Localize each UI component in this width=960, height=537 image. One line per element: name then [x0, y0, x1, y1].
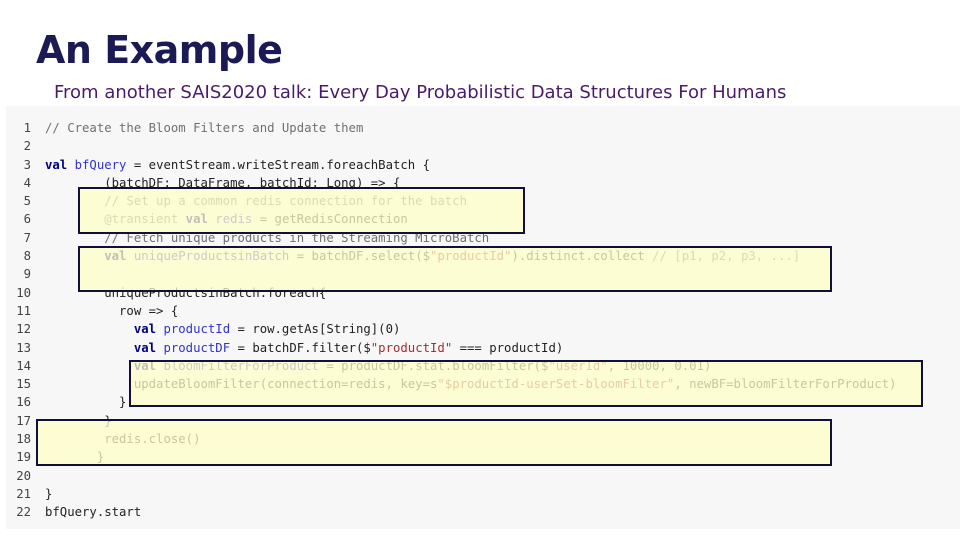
- line-number: 21: [16, 486, 31, 501]
- code-token: = eventStream.writeStream.foreachBatch {: [126, 157, 430, 172]
- line-number: 17: [16, 413, 31, 428]
- highlight-box-bloom-filter: [129, 360, 923, 407]
- line-number: 8: [23, 249, 31, 264]
- code-line: 21}: [6, 485, 960, 503]
- line-number: 1: [23, 121, 31, 135]
- code-token: val: [133, 340, 164, 355]
- line-number: 15: [16, 377, 31, 392]
- line-number: 7: [23, 230, 31, 245]
- line-number: 13: [16, 340, 31, 355]
- code-token: }: [45, 486, 53, 501]
- code-line: 3 val bfQuery = eventStream.writeStream.f…: [6, 156, 960, 174]
- line-number: 4: [23, 175, 31, 190]
- code-token: // Create the Bloom Filters and Update t…: [45, 121, 364, 135]
- code-token: productDF: [163, 340, 231, 355]
- line-number: 16: [16, 395, 31, 410]
- line-number: 9: [23, 267, 31, 282]
- line-number: 22: [16, 505, 31, 520]
- line-number: 3: [23, 157, 31, 172]
- highlight-box-redis-close: [36, 419, 832, 466]
- code-line: 12 val productId = row.getAs[String](0): [6, 320, 960, 338]
- code-token: "productId": [370, 340, 453, 355]
- code-token: productId: [163, 322, 231, 337]
- code-line: 1 // Create the Bloom Filters and Update …: [6, 119, 960, 137]
- line-number: 10: [16, 285, 31, 300]
- line-number: 20: [16, 468, 31, 483]
- code-token: = batchDF.filter($: [230, 340, 371, 355]
- line-number: 6: [23, 212, 31, 227]
- code-token: row => {: [45, 303, 179, 318]
- highlight-box-unique-products: [78, 246, 832, 292]
- line-number: 11: [16, 303, 31, 318]
- code-token: val: [45, 157, 75, 172]
- code-line: 11 row => {: [6, 302, 960, 320]
- line-number: 2: [23, 139, 31, 154]
- code-token: bfQuery.start: [45, 505, 142, 520]
- line-number: 18: [16, 432, 31, 447]
- line-number: 5: [23, 194, 31, 209]
- slide-title: An Example: [36, 28, 283, 72]
- code-panel: 1 // Create the Bloom Filters and Update …: [6, 106, 960, 529]
- code-line: 22 bfQuery.start: [6, 503, 960, 521]
- code-token: === productId): [452, 340, 564, 355]
- line-number: 19: [16, 450, 31, 465]
- slide-subtitle: From another SAIS2020 talk: Every Day Pr…: [54, 82, 787, 103]
- code-line: 13 val productDF = batchDF.filter($"prod…: [6, 339, 960, 357]
- code-token: }: [45, 395, 127, 410]
- code-line: 20: [6, 467, 960, 485]
- line-number: 14: [16, 358, 31, 373]
- code-line: 2: [6, 137, 960, 155]
- line-number: 12: [16, 322, 31, 337]
- code-token: bfQuery: [74, 157, 127, 172]
- code-token: = row.getAs[String](0): [230, 322, 401, 337]
- code-token: val: [133, 322, 164, 337]
- highlight-box-redis-connection: [78, 187, 525, 234]
